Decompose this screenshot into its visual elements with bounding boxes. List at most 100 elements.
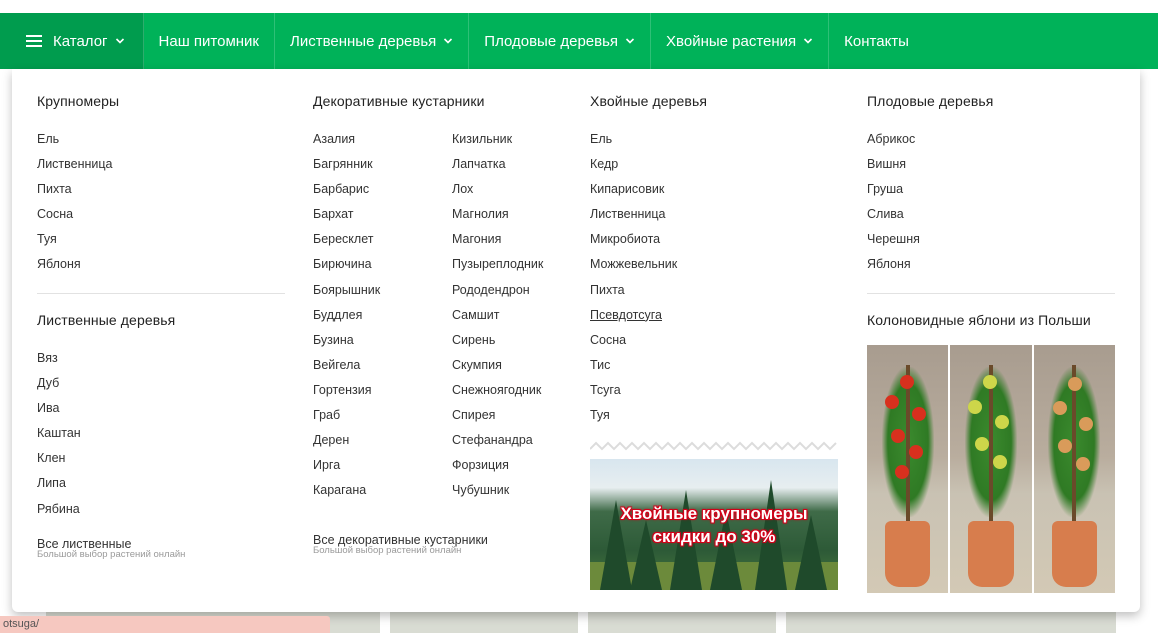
menu-link[interactable]: Дуб xyxy=(37,376,81,401)
apple-fruit xyxy=(992,455,1007,469)
menu-link[interactable]: Дерен xyxy=(313,433,380,458)
heading-large-trees[interactable]: Крупномеры xyxy=(37,93,119,109)
menu-link[interactable]: Магнолия xyxy=(452,207,543,232)
menu-link[interactable]: Вяз xyxy=(37,351,81,376)
menu-link-hovered[interactable]: Псевдотсуга xyxy=(590,308,677,333)
menu-link[interactable]: Можжевельник xyxy=(590,257,677,282)
apple-tree-panel xyxy=(867,345,949,593)
menu-link[interactable]: Карагана xyxy=(313,483,380,508)
columnar-apples-image[interactable] xyxy=(867,345,1115,593)
menu-link[interactable]: Каштан xyxy=(37,426,81,451)
nav-contacts-label: Контакты xyxy=(844,32,909,50)
menu-link[interactable]: Яблоня xyxy=(37,257,113,282)
menu-link[interactable]: Абрикос xyxy=(867,132,920,157)
list-fruit-trees: Абрикос Вишня Груша Слива Черешня Яблоня xyxy=(867,132,920,283)
nav-fruit-trees[interactable]: Плодовые деревья xyxy=(469,13,652,69)
nav-our-nursery[interactable]: Наш питомник xyxy=(144,13,275,69)
menu-link[interactable]: Кедр xyxy=(590,157,677,182)
menu-link[interactable]: Магония xyxy=(452,232,543,257)
menu-link[interactable]: Лиственница xyxy=(590,207,677,232)
menu-link[interactable]: Ирга xyxy=(313,458,380,483)
menu-link[interactable]: Ива xyxy=(37,401,81,426)
menu-link[interactable]: Снежноягодник xyxy=(452,383,543,408)
menu-link[interactable]: Кизильник xyxy=(452,132,543,157)
menu-link[interactable]: Черешня xyxy=(867,232,920,257)
menu-link[interactable]: Гортензия xyxy=(313,383,380,408)
menu-link[interactable]: Граб xyxy=(313,408,380,433)
nav-fruit-trees-label: Плодовые деревья xyxy=(484,32,619,50)
divider xyxy=(37,293,285,294)
apple-fruit xyxy=(911,407,926,421)
nav-deciduous-trees-label: Лиственные деревья xyxy=(290,32,437,50)
menu-link[interactable]: Вишня xyxy=(867,157,920,182)
menu-link[interactable]: Сосна xyxy=(590,333,677,358)
menu-link[interactable]: Бузина xyxy=(313,333,380,358)
chevron-down-icon xyxy=(115,38,124,44)
menu-link[interactable]: Ель xyxy=(590,132,677,157)
menu-link[interactable]: Туя xyxy=(590,408,677,433)
nav-catalog[interactable]: Каталог xyxy=(0,13,144,69)
apple-fruit xyxy=(1075,457,1090,471)
apple-tree-panel xyxy=(950,345,1032,593)
chevron-down-icon xyxy=(625,38,635,44)
menu-link[interactable]: Скумпия xyxy=(452,358,543,383)
nav-conifers-label: Хвойные растения xyxy=(666,32,797,50)
divider xyxy=(867,293,1115,294)
menu-link[interactable]: Пихта xyxy=(590,283,677,308)
menu-link[interactable]: Пихта xyxy=(37,182,113,207)
heading-decorative-shrubs[interactable]: Декоративные кустарники xyxy=(313,93,485,109)
flower-pot xyxy=(1051,521,1098,587)
promo-discount: скидки до 30% xyxy=(652,527,776,546)
menu-link[interactable]: Яблоня xyxy=(867,257,920,282)
menu-link[interactable]: Кипарисовик xyxy=(590,182,677,207)
menu-link[interactable]: Сирень xyxy=(452,333,543,358)
menu-link[interactable]: Сосна xyxy=(37,207,113,232)
menu-link[interactable]: Лиственница xyxy=(37,157,113,182)
menu-link[interactable]: Азалия xyxy=(313,132,380,157)
nav-deciduous-trees[interactable]: Лиственные деревья xyxy=(275,13,470,69)
chevron-down-icon xyxy=(444,38,453,44)
apple-fruit xyxy=(982,375,997,389)
menu-link[interactable]: Рябина xyxy=(37,502,81,527)
menu-link[interactable]: Барбарис xyxy=(313,182,380,207)
list-conifers: Ель Кедр Кипарисовик Лиственница Микроби… xyxy=(590,132,677,433)
menu-link[interactable]: Лох xyxy=(452,182,543,207)
list-deciduous-trees: Вяз Дуб Ива Каштан Клен Липа Рябина xyxy=(37,351,81,527)
menu-link[interactable]: Буддлея xyxy=(313,308,380,333)
menu-link[interactable]: Форзиция xyxy=(452,458,543,483)
menu-link[interactable]: Рододендрон xyxy=(452,283,543,308)
menu-link[interactable]: Клен xyxy=(37,451,81,476)
promo-banner-conifers[interactable]: Хвойные крупномеры скидки до 30% xyxy=(590,459,838,590)
menu-link[interactable]: Бархат xyxy=(313,207,380,232)
list-shrubs-b: Кизильник Лапчатка Лох Магнолия Магония … xyxy=(452,132,543,508)
menu-link[interactable]: Тис xyxy=(590,358,677,383)
menu-link[interactable]: Ель xyxy=(37,132,113,157)
heading-conifer-trees[interactable]: Хвойные деревья xyxy=(590,93,707,109)
menu-link[interactable]: Туя xyxy=(37,232,113,257)
menu-link[interactable]: Стефанандра xyxy=(452,433,543,458)
menu-link[interactable]: Микробиота xyxy=(590,232,677,257)
list-shrubs-a: Азалия Багрянник Барбарис Бархат Берескл… xyxy=(313,132,380,508)
heading-deciduous-trees[interactable]: Лиственные деревья xyxy=(37,312,175,328)
list-large-trees: Ель Лиственница Пихта Сосна Туя Яблоня xyxy=(37,132,113,283)
menu-link[interactable]: Слива xyxy=(867,207,920,232)
nav-conifers[interactable]: Хвойные растения xyxy=(651,13,830,69)
menu-link[interactable]: Бересклет xyxy=(313,232,380,257)
promo-title: Хвойные крупномеры xyxy=(620,504,808,523)
menu-link[interactable]: Багрянник xyxy=(313,157,380,182)
menu-link[interactable]: Пузыреплодник xyxy=(452,257,543,282)
nav-contacts[interactable]: Контакты xyxy=(829,13,924,69)
menu-link[interactable]: Чубушник xyxy=(452,483,543,508)
all-deciduous-subtitle: Большой выбор растений онлайн xyxy=(37,549,186,560)
menu-link[interactable]: Бирючина xyxy=(313,257,380,282)
menu-link[interactable]: Груша xyxy=(867,182,920,207)
menu-link[interactable]: Боярышник xyxy=(313,283,380,308)
heading-fruit-trees[interactable]: Плодовые деревья xyxy=(867,93,993,109)
menu-link[interactable]: Липа xyxy=(37,476,81,501)
menu-link[interactable]: Вейгела xyxy=(313,358,380,383)
menu-link[interactable]: Спирея xyxy=(452,408,543,433)
heading-columnar-apples[interactable]: Колоновидные яблони из Польши xyxy=(867,312,1091,328)
menu-link[interactable]: Лапчатка xyxy=(452,157,543,182)
menu-link[interactable]: Самшит xyxy=(452,308,543,333)
menu-link[interactable]: Тсуга xyxy=(590,383,677,408)
